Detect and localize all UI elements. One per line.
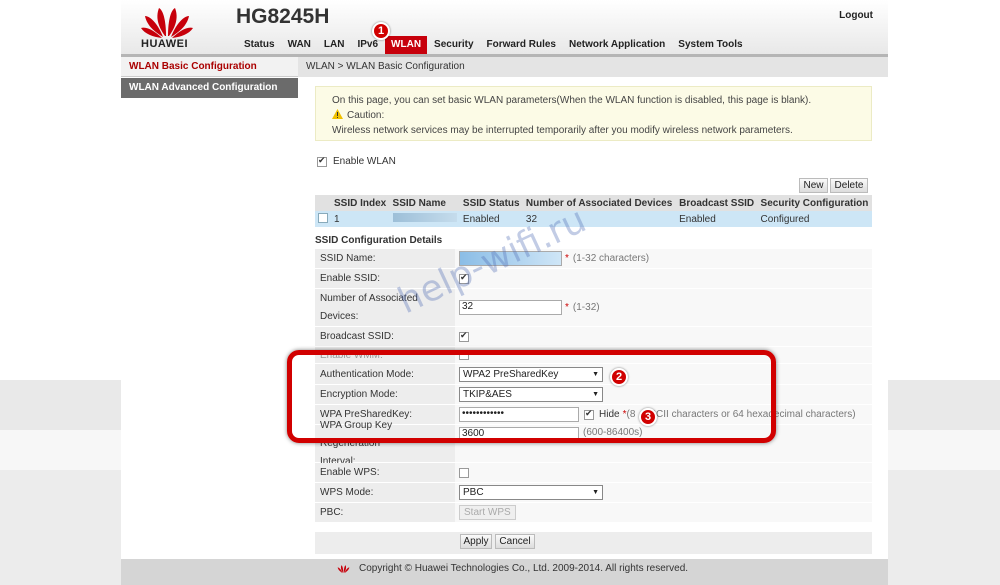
nav-forward-rules[interactable]: Forward Rules bbox=[481, 36, 562, 54]
value-wps-mode: PBC ▼ bbox=[455, 483, 872, 502]
huawei-footer-logo-icon bbox=[337, 565, 350, 573]
label-wps-mode: WPS Mode: bbox=[315, 483, 455, 502]
row-broadcast-ssid: Broadcast SSID: bbox=[315, 327, 872, 347]
device-model: HG8245H bbox=[236, 5, 330, 28]
cell-broadcast-ssid: Enabled bbox=[676, 211, 758, 227]
delete-button[interactable]: Delete bbox=[830, 178, 868, 193]
table-header-ssid-status: SSID Status bbox=[459, 195, 523, 211]
ssid-name-hint: (1-32 characters) bbox=[572, 253, 650, 264]
cancel-button[interactable]: Cancel bbox=[495, 534, 535, 549]
label-broadcast-ssid: Broadcast SSID: bbox=[315, 327, 455, 346]
nav-network-application[interactable]: Network Application bbox=[563, 36, 671, 54]
cell-security-config: Configured bbox=[757, 211, 872, 227]
section-title: SSID Configuration Details bbox=[315, 235, 443, 246]
highlight-box bbox=[287, 350, 776, 443]
sidebar: WLAN Basic Configuration WLAN Advanced C… bbox=[121, 57, 298, 99]
notice-line-2: Wireless network services may be interru… bbox=[332, 125, 793, 136]
table-header-assoc-devices: Number of Associated Devices bbox=[522, 195, 677, 211]
value-broadcast-ssid bbox=[455, 327, 872, 346]
ssid-table: SSID Index SSID Name SSID Status Number … bbox=[315, 195, 872, 227]
form-actions: Apply Cancel bbox=[315, 532, 872, 554]
nav-lan[interactable]: LAN bbox=[318, 36, 351, 54]
required-mark: * bbox=[565, 253, 569, 264]
start-wps-button[interactable]: Start WPS bbox=[459, 505, 516, 520]
row-select-cell bbox=[315, 211, 331, 227]
nav-status[interactable]: Status bbox=[238, 36, 281, 54]
caution-label: Caution: bbox=[347, 110, 385, 121]
nav-security[interactable]: Security bbox=[428, 36, 479, 54]
nav-wlan[interactable]: WLAN bbox=[385, 36, 428, 54]
required-mark: * bbox=[565, 302, 569, 313]
label-assoc-devices-line2: Devices: bbox=[320, 310, 359, 322]
row-pbc: PBC: Start WPS bbox=[315, 503, 872, 523]
copyright-text: Copyright © Huawei Technologies Co., Ltd… bbox=[359, 563, 689, 574]
table-header-ssid-name: SSID Name bbox=[389, 195, 460, 211]
notice-box: On this page, you can set basic WLAN par… bbox=[315, 86, 872, 141]
label-enable-wps: Enable WPS: bbox=[315, 463, 455, 482]
table-header-select bbox=[315, 195, 331, 211]
logout-link[interactable]: Logout bbox=[839, 10, 873, 21]
header: HUAWEI HG8245H Logout Status WAN LAN IPv… bbox=[121, 0, 888, 57]
marker-1: 1 bbox=[372, 22, 390, 40]
table-row[interactable]: 1 Enabled 32 Enabled Configured bbox=[315, 211, 872, 227]
table-header-security-config: Security Configuration bbox=[757, 195, 872, 211]
row-ssid-name: SSID Name: * (1-32 characters) bbox=[315, 249, 872, 269]
breadcrumb: WLAN > WLAN Basic Configuration bbox=[298, 57, 888, 77]
label-pbc: PBC: bbox=[315, 503, 455, 522]
new-button[interactable]: New bbox=[799, 178, 828, 193]
enable-wlan-row: Enable WLAN bbox=[317, 155, 396, 167]
nav-system-tools[interactable]: System Tools bbox=[672, 36, 748, 54]
enable-wlan-label: Enable WLAN bbox=[333, 156, 396, 167]
table-header-row: SSID Index SSID Name SSID Status Number … bbox=[315, 195, 872, 211]
row-checkbox[interactable] bbox=[318, 212, 328, 223]
assoc-devices-hint: (1-32) bbox=[572, 302, 600, 313]
row-wps-mode: WPS Mode: PBC ▼ bbox=[315, 483, 872, 503]
table-header-ssid-index: SSID Index bbox=[331, 195, 390, 211]
main-nav: Status WAN LAN IPv6 WLAN Security Forwar… bbox=[238, 36, 750, 54]
dropdown-arrow-icon: ▼ bbox=[592, 489, 599, 496]
caution-line: Caution: bbox=[332, 108, 871, 123]
enable-wps-checkbox[interactable] bbox=[459, 467, 469, 478]
table-header-broadcast-ssid: Broadcast SSID bbox=[676, 195, 758, 211]
nav-wan[interactable]: WAN bbox=[282, 36, 317, 54]
wps-mode-select[interactable]: PBC ▼ bbox=[459, 485, 603, 500]
brand-name: HUAWEI bbox=[141, 38, 188, 50]
value-pbc: Start WPS bbox=[455, 503, 872, 522]
marker-2: 2 bbox=[610, 368, 628, 386]
notice-line-1: On this page, you can set basic WLAN par… bbox=[332, 95, 812, 106]
sidebar-item-wlan-basic[interactable]: WLAN Basic Configuration bbox=[121, 57, 298, 77]
footer: Copyright © Huawei Technologies Co., Ltd… bbox=[121, 559, 888, 585]
wps-mode-value: PBC bbox=[463, 487, 484, 498]
row-enable-wps: Enable WPS: bbox=[315, 463, 872, 483]
sidebar-item-wlan-advanced[interactable]: WLAN Advanced Configuration bbox=[121, 78, 298, 98]
apply-button[interactable]: Apply bbox=[460, 534, 492, 549]
cell-ssid-index: 1 bbox=[331, 211, 390, 227]
value-assoc-devices: 32 * (1-32) bbox=[455, 289, 872, 326]
cell-ssid-name bbox=[389, 211, 460, 227]
warning-icon bbox=[332, 109, 343, 119]
assoc-devices-input[interactable]: 32 bbox=[459, 300, 562, 315]
broadcast-ssid-checkbox[interactable] bbox=[459, 330, 469, 342]
value-enable-ssid bbox=[455, 269, 872, 288]
blurred-ssid-name bbox=[392, 213, 457, 222]
cell-ssid-status: Enabled bbox=[459, 211, 523, 227]
marker-3: 3 bbox=[639, 408, 657, 426]
enable-wlan-checkbox[interactable] bbox=[317, 155, 327, 167]
value-enable-wps bbox=[455, 463, 872, 482]
